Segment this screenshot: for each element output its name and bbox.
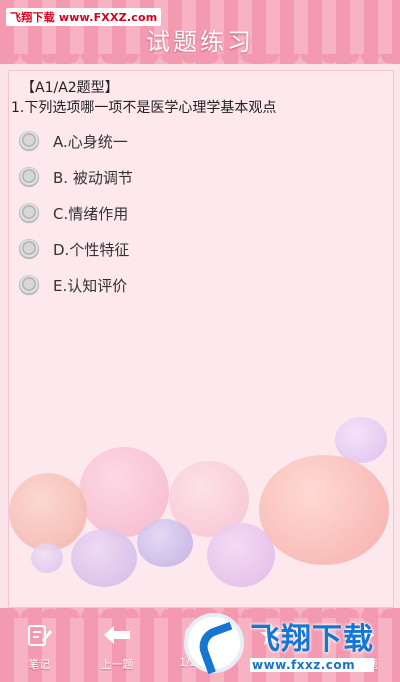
option-d[interactable]: D.个性特征 — [19, 231, 133, 267]
option-label: A.心身统一 — [53, 132, 128, 151]
prev-button[interactable]: 上一题 — [82, 620, 152, 672]
option-label: B. 被动调节 — [53, 168, 133, 187]
radio-icon[interactable] — [19, 239, 39, 259]
option-c[interactable]: C.情绪作用 — [19, 195, 133, 231]
bubble-decoration — [259, 455, 389, 565]
bubble-decoration — [137, 519, 193, 567]
radio-icon[interactable] — [19, 275, 39, 295]
bottom-toolbar: 笔记 上一题 1/200 收藏 下一题 — [0, 598, 400, 682]
radio-icon[interactable] — [19, 131, 39, 151]
option-b[interactable]: B. 被动调节 — [19, 159, 133, 195]
option-a[interactable]: A.心身统一 — [19, 123, 133, 159]
question-text: 1.下列选项哪一项不是医学心理学基本观点 — [11, 100, 277, 116]
question-card: 【A1/A2题型】 1.下列选项哪一项不是医学心理学基本观点 A.心身统一 B.… — [8, 70, 394, 608]
bubble-decoration — [71, 529, 137, 587]
page-title: 试题练习 — [146, 28, 254, 56]
note-icon — [4, 620, 74, 650]
header-bar: 飞翔下载 www.FXXZ.com 试题练习 — [0, 0, 400, 64]
bubble-decoration — [335, 417, 387, 463]
options-list: A.心身统一 B. 被动调节 C.情绪作用 D.个性特征 E.认知评价 — [19, 123, 133, 303]
watermark-logo-url: www.fxxz.com — [250, 658, 374, 672]
note-button[interactable]: 笔记 — [4, 620, 74, 672]
option-label: D.个性特征 — [53, 240, 130, 259]
watermark-logo-icon — [184, 613, 244, 673]
option-label: C.情绪作用 — [53, 204, 129, 223]
option-e[interactable]: E.认知评价 — [19, 267, 133, 303]
watermark-logo: 飞翔下载 www.fxxz.com — [184, 610, 396, 676]
bubble-decoration — [9, 473, 87, 551]
bubble-decoration — [31, 543, 63, 573]
radio-icon[interactable] — [19, 203, 39, 223]
question-type-label: 【A1/A2题型】 — [21, 80, 119, 96]
radio-icon[interactable] — [19, 167, 39, 187]
bubble-decoration — [207, 523, 275, 587]
prev-label: 上一题 — [100, 658, 134, 671]
arrow-left-icon — [82, 620, 152, 650]
note-label: 笔记 — [28, 658, 50, 671]
option-label: E.认知评价 — [53, 276, 128, 295]
watermark-logo-text: 飞翔下载 — [250, 622, 374, 657]
